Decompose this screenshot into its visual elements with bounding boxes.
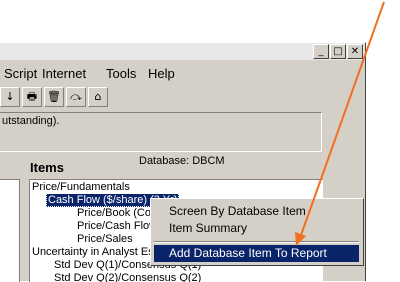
- menu-bar: Script Internet Tools Help: [0, 63, 365, 83]
- context-menu-separator: [154, 241, 359, 243]
- title-bar: _ □ ✕: [0, 43, 365, 60]
- menu-tools[interactable]: Tools: [106, 66, 136, 81]
- list-item[interactable]: Uncertainty in Analyst Es: [32, 246, 154, 259]
- description-text: utstanding).: [2, 115, 60, 127]
- context-item-screen-by-database-item[interactable]: Screen By Database Item: [154, 203, 359, 220]
- home-icon[interactable]: ⌂: [88, 87, 108, 107]
- list-item[interactable]: Price/Cash Flow: [77, 220, 157, 233]
- list-item[interactable]: Std Dev Q(2)/Consensus Q(2): [54, 272, 201, 282]
- context-menu: Screen By Database Item Item Summary Add…: [150, 198, 364, 266]
- context-item-add-database-item-to-report[interactable]: Add Database Item To Report: [154, 245, 359, 262]
- refresh-icon[interactable]: ⤼: [66, 87, 86, 107]
- list-item[interactable]: Price/Sales: [77, 233, 133, 246]
- database-label: Database: DBCM: [139, 155, 225, 167]
- description-panel: utstanding).: [0, 112, 322, 152]
- toolbar: ↓ 🖶 🗑 ⤼ ⌂: [0, 85, 365, 109]
- left-pane: [0, 179, 20, 282]
- menu-internet[interactable]: Internet: [42, 66, 86, 81]
- print-icon[interactable]: 🖶: [22, 87, 42, 107]
- menu-script[interactable]: Script: [4, 66, 37, 81]
- maximize-button[interactable]: □: [330, 44, 346, 59]
- context-item-item-summary[interactable]: Item Summary: [154, 220, 359, 237]
- sort-descending-icon[interactable]: ↓: [0, 87, 20, 107]
- close-button[interactable]: ✕: [347, 44, 363, 59]
- items-heading: Items: [30, 160, 64, 175]
- menu-help[interactable]: Help: [148, 66, 175, 81]
- trash-icon[interactable]: 🗑: [44, 87, 64, 107]
- minimize-button[interactable]: _: [313, 44, 329, 59]
